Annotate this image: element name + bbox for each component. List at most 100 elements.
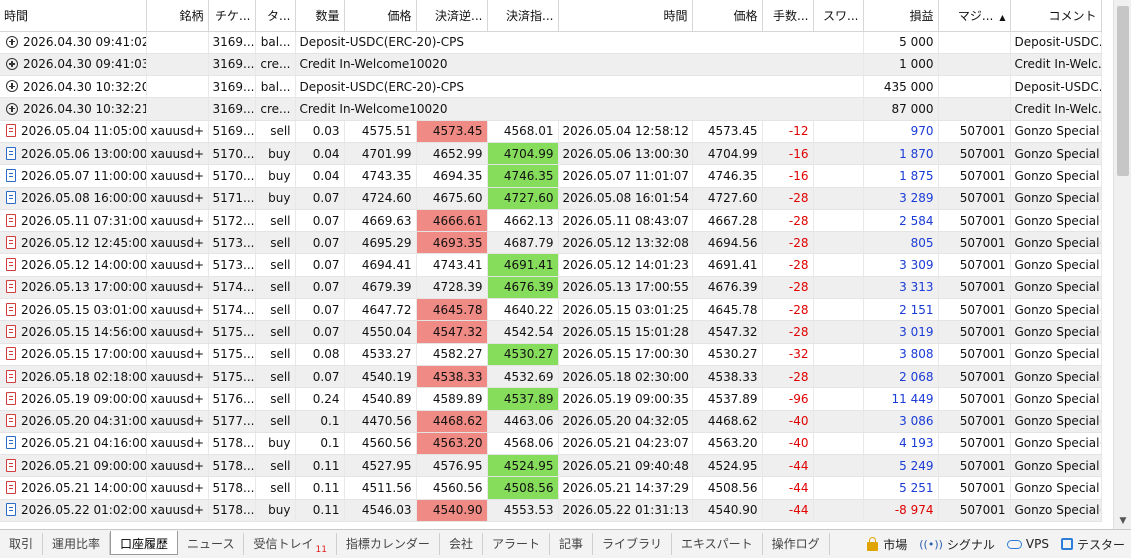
cell-time-text: 2026.05.19 09:00:00 [21, 391, 146, 406]
vps-button[interactable]: VPS [1001, 537, 1055, 551]
cell-profit: 1 875 [863, 164, 939, 188]
tab-7[interactable]: アラート [483, 533, 550, 555]
cell-volume: 0.11 [295, 499, 345, 523]
cell-sl: 4694.35 [416, 164, 488, 188]
cell-close-time: 2026.05.15 17:00:30 [558, 343, 693, 366]
col-header-sl[interactable]: 決済逆... [416, 0, 488, 32]
cell-sl: 4547.32 [416, 320, 488, 344]
cell-price: 4560.56 [344, 432, 417, 456]
expand-plus-icon[interactable] [6, 35, 18, 48]
table-row[interactable]: 2026.05.06 13:00:00 xauusd+ 5170... buy 0.04… [0, 142, 1102, 166]
table-row[interactable]: 2026.04.30 10:32:20 3169... bal... Deposit-… [0, 75, 1102, 99]
market-label: 市場 [883, 537, 908, 552]
table-row[interactable]: 2026.04.30 09:41:03 3169... cre... Credit I… [0, 53, 1102, 77]
expand-plus-icon[interactable] [6, 102, 18, 115]
col-header-volume[interactable]: 数量 [295, 0, 345, 32]
cell-time: 2026.04.30 10:32:21 [0, 97, 147, 121]
cell-tp: 4727.60 [487, 187, 559, 210]
expand-plus-icon[interactable] [6, 80, 18, 93]
signals-button[interactable]: ((•)) シグナル [913, 536, 1001, 553]
scrollbar-thumb[interactable] [1117, 6, 1129, 176]
cell-swap [813, 209, 864, 233]
tab-2[interactable]: 口座履歴 [110, 530, 179, 555]
table-row[interactable]: 2026.05.08 16:00:00 xauusd+ 5171... buy 0.07… [0, 187, 1102, 210]
expand-plus-icon[interactable] [6, 57, 18, 70]
cell-swap [813, 410, 864, 433]
tab-label: 記事 [558, 537, 583, 551]
tab-11[interactable]: 操作ログ [763, 533, 830, 555]
cell-time: 2026.05.11 07:31:00 [0, 209, 147, 233]
col-header-price[interactable]: 価格 [344, 0, 417, 32]
table-row[interactable]: 2026.04.30 09:41:02 3169... bal... Deposit-… [0, 31, 1102, 54]
table-row[interactable]: 2026.04.30 10:32:21 3169... cre... Credit I… [0, 97, 1102, 121]
tab-3[interactable]: ニュース [178, 533, 245, 555]
tab-5[interactable]: 指標カレンダー [337, 533, 440, 555]
tester-chip-icon [1060, 538, 1073, 550]
cell-time-text: 2026.05.15 14:56:00 [21, 325, 146, 339]
cell-price: 4540.89 [344, 387, 417, 411]
cell-symbol: xauusd+ [146, 164, 209, 188]
table-row[interactable]: 2026.05.21 14:00:00 xauusd+ 5178... sell 0.1… [0, 476, 1102, 500]
sell-deal-icon [6, 391, 16, 405]
tab-8[interactable]: 記事 [550, 533, 593, 555]
table-row[interactable]: 2026.05.12 12:45:00 xauusd+ 5173... sell 0.0… [0, 231, 1102, 255]
cell-ticket: 5178... [208, 432, 256, 456]
cell-close-price: 4540.90 [692, 499, 763, 523]
table-row[interactable]: 2026.05.21 04:16:00 xauusd+ 5178... buy 0.1 4… [0, 432, 1102, 456]
cell-price: 4679.39 [344, 276, 417, 300]
col-header-close-price[interactable]: 価格 [692, 0, 763, 32]
table-body: 2026.04.30 09:41:02 3169... bal... Deposit-… [0, 31, 1102, 523]
table-row[interactable]: 2026.05.15 03:01:00 xauusd+ 5174... sell 0.0… [0, 298, 1102, 322]
cell-type: sell [255, 120, 296, 143]
cell-type: sell [255, 276, 296, 300]
table-row[interactable]: 2026.05.18 02:18:00 xauusd+ 5175... sell 0.0… [0, 365, 1102, 389]
market-button[interactable]: 市場 [861, 536, 913, 553]
table-row[interactable]: 2026.05.12 14:00:00 xauusd+ 5173... sell 0.0… [0, 253, 1102, 277]
table-row[interactable]: 2026.05.21 09:00:00 xauusd+ 5178... sell 0.1… [0, 454, 1102, 478]
cell-type: bal... [255, 31, 296, 54]
tab-1[interactable]: 運用比率 [43, 533, 111, 555]
tester-button[interactable]: テスター [1055, 536, 1131, 553]
table-row[interactable]: 2026.05.15 17:00:00 xauusd+ 5175... sell 0.0… [0, 343, 1102, 366]
table-row[interactable]: 2026.05.07 11:00:00 xauusd+ 5170... buy 0.04… [0, 164, 1102, 188]
cell-ticket: 5170... [208, 142, 256, 166]
cell-type: cre... [255, 53, 296, 77]
table-row[interactable]: 2026.05.04 11:05:00 xauusd+ 5169... sell 0.0… [0, 120, 1102, 143]
cell-tp: 4662.13 [487, 209, 559, 233]
col-header-swap[interactable]: スワ... [813, 0, 864, 32]
table-row[interactable]: 2026.05.13 17:00:00 xauusd+ 5174... sell 0.0… [0, 276, 1102, 300]
col-header-comment[interactable]: コメント [1010, 0, 1102, 32]
table-row[interactable]: 2026.05.20 04:31:00 xauusd+ 5177... sell 0.1… [0, 410, 1102, 433]
col-header-magic[interactable]: マジ... ▲ [938, 0, 1011, 32]
col-header-close-time[interactable]: 時間 [558, 0, 693, 32]
col-header-ticket[interactable]: チケ... [208, 0, 256, 32]
col-header-type[interactable]: タ... [255, 0, 296, 32]
cell-volume: Deposit-USDC(ERC-20)-CPS [295, 75, 864, 99]
table-row[interactable]: 2026.05.19 09:00:00 xauusd+ 5176... sell 0.2… [0, 387, 1102, 411]
col-header-symbol[interactable]: 銘柄 [146, 0, 209, 32]
tab-10[interactable]: エキスパート [672, 533, 763, 555]
sell-deal-icon [6, 213, 16, 227]
col-header-profit[interactable]: 損益 [863, 0, 939, 32]
col-header-tp[interactable]: 決済指... [487, 0, 559, 32]
table-row[interactable]: 2026.05.22 01:02:00 xauusd+ 5178... buy 0.11… [0, 499, 1102, 523]
table-row[interactable]: 2026.05.11 07:31:00 xauusd+ 5172... sell 0.0… [0, 209, 1102, 233]
tab-9[interactable]: ライブラリ [593, 533, 672, 555]
cell-profit: 1 870 [863, 142, 939, 166]
tab-0[interactable]: 取引 [0, 533, 44, 555]
scroll-down-arrow-icon[interactable]: ▼ [1114, 513, 1131, 529]
cell-ticket: 5176... [208, 387, 256, 411]
col-header-time[interactable]: 時間 [0, 0, 147, 32]
col-header-fee[interactable]: 手数... [762, 0, 814, 32]
cell-close-price: 4704.99 [692, 142, 763, 166]
cell-swap [813, 365, 864, 389]
table-row[interactable]: 2026.05.15 14:56:00 xauusd+ 5175... sell 0.0… [0, 320, 1102, 344]
tab-4[interactable]: 受信トレイ 11 [244, 533, 337, 555]
toolbox-links: 市場 ((•)) シグナル VPS テスター [861, 533, 1131, 555]
tab-6[interactable]: 会社 [440, 533, 483, 555]
cell-close-time: 2026.05.13 17:00:55 [558, 276, 693, 300]
cell-profit: 3 019 [863, 320, 939, 344]
cell-time-text: 2026.05.22 01:02:00 [21, 503, 146, 518]
vertical-scrollbar[interactable]: ▼ [1113, 0, 1131, 529]
cell-price: 4540.19 [344, 365, 417, 389]
